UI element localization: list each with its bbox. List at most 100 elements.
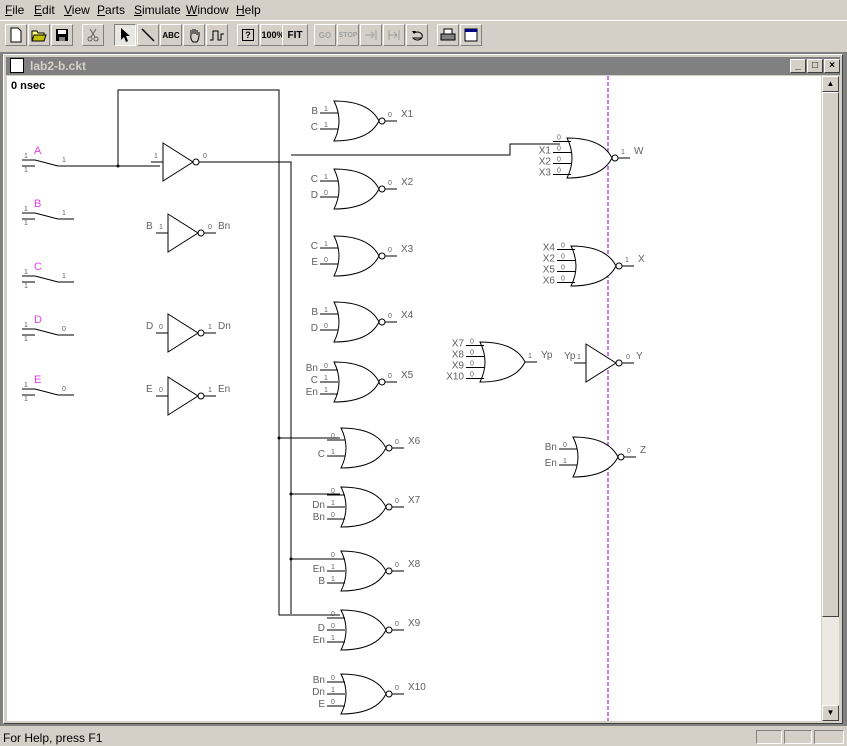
menu-window[interactable]: Window [186,3,229,17]
gate-in-label: X3 [539,168,552,179]
close-button[interactable]: × [824,59,840,73]
inverter-in-bit: 0 [159,387,163,394]
menu-view[interactable]: View [64,3,90,17]
gate-x6[interactable]: 0 X6 0 1C [318,427,421,469]
step-button[interactable] [360,24,382,46]
gate-out-bit: 0 [388,247,392,254]
gate-in-bit: 0 [331,611,335,618]
gate-in-bit: 0 [331,488,335,495]
gate-in-label: E [318,699,325,710]
gate-in-label: C [311,375,318,386]
menu-file[interactable]: File [5,3,24,17]
toolbar: ABC ? 100% FIT GO STOP [0,20,847,49]
window-icon [464,28,478,42]
new-file-button[interactable] [5,24,27,46]
gate-in-label: C [311,122,318,133]
waveform-button[interactable] [206,24,228,46]
fit-label: FIT [287,29,303,41]
inverter-in-bit: 0 [159,324,163,331]
gate-in-label: En [306,387,318,398]
scroll-up-button[interactable]: ▲ [822,76,839,92]
menu-simulate[interactable]: Simulate [134,3,181,17]
gate-x5[interactable]: 0 X5 0 Bn 1C1 En [306,361,414,403]
step-end-button[interactable] [383,24,405,46]
gate-x1[interactable]: 0 X11B1C [311,100,414,142]
circuit-canvas[interactable]: 0 nsec 111A111B111C110D110E 1 0 1 0 B Bn 0 1 D Dn… [7,76,821,721]
gate-x2[interactable]: 0 X21C0D [311,168,414,210]
gate-x8[interactable]: 0 X8 0 1 En 1B [313,550,421,592]
inverter-gate[interactable]: 0 1 E En [146,376,230,416]
gate-in-label: En [545,458,557,469]
gate-z[interactable]: 0 Z 0 Bn 1 En [545,436,646,478]
switch-a[interactable]: 111A [22,145,74,174]
stop-button[interactable]: STOP [337,24,359,46]
open-file-button[interactable] [28,24,50,46]
gate-out-bit: 0 [388,180,392,187]
reset-button[interactable] [406,24,428,46]
help-button[interactable]: ? [237,24,259,46]
fit-button[interactable]: FIT [282,24,308,46]
gate-x4[interactable]: 0 X41B0D [311,301,414,343]
inverter-out-label: Bn [218,221,230,232]
wire-tool-button[interactable] [137,24,159,46]
inverter-gate[interactable]: 1 0 B Bn [146,213,230,253]
save-button[interactable] [51,24,73,46]
minimize-button[interactable]: _ [790,59,806,73]
maximize-button[interactable]: □ [807,59,823,73]
gate-in-bit: 0 [563,442,567,449]
scroll-down-button[interactable]: ▼ [822,705,839,721]
inverter-out-bit: 0 [203,153,207,160]
gate-x7[interactable]: 0 X7 0 1 Dn 0 Bn [312,486,421,528]
select-tool-button[interactable] [114,24,136,46]
gate-in-bit: 0 [470,372,474,379]
switch-e[interactable]: 1 1 0 E [22,374,74,403]
switch-d[interactable]: 1 1 0 D [22,314,74,343]
inverter-in-bit: 1 [159,224,163,231]
gate-in-bit: 1 [331,449,335,456]
menu-edit[interactable]: Edit [34,3,55,17]
gate-in-bit: 0 [561,243,565,250]
gate-out-label: X9 [408,618,421,629]
switch-state-bit: 1 [24,322,28,329]
inverter-gate[interactable]: 10 [151,142,211,182]
gate-x3[interactable]: 0 X31C0E [311,235,414,277]
vertical-scrollbar[interactable]: ▲ ▼ [822,76,839,721]
inverter-out-bit: 0 [626,354,630,361]
gate-w[interactable]: 1 W 0 0 X1 0 X2 0 X3 [539,135,644,179]
gate-x9[interactable]: 0 X900D1En [313,609,421,651]
gate-in-label: X2 [543,254,556,265]
inverter-in-label: B [146,221,153,232]
window-title: lab2-b.ckt [30,59,87,73]
gate-in-bit: 0 [324,190,328,197]
cut-button[interactable] [82,24,104,46]
gate-in-bit: 0 [470,339,474,346]
gate-x[interactable]: 1 X 0 X4 0 X2 0 X5 0 X6 [543,243,645,287]
inverter-gate[interactable]: 0 1 D Dn [146,313,231,353]
menu-parts[interactable]: Parts [97,3,125,17]
inverter-gate[interactable]: 1 0 Yp Y [564,343,643,383]
gate-x10[interactable]: 0 X100Bn1Dn0E [312,673,426,715]
menu-help[interactable]: Help [236,3,261,17]
hand-icon [190,29,200,43]
gate-yp[interactable]: 1 Yp 0 X7 0 X8 0 X9 0 X10 [446,339,553,383]
gate-out-label: X2 [401,177,414,188]
gate-out-bit: 0 [395,498,399,505]
gate-in-bit: 1 [324,241,328,248]
gate-in-label: B [311,106,318,117]
print-button[interactable] [437,24,459,46]
scroll-thumb[interactable] [822,92,839,617]
gate-in-bit: 1 [324,122,328,129]
window-titlebar[interactable]: lab2-b.ckt _ □ × [6,57,840,75]
switch-out-bit: 0 [62,386,66,393]
text-tool-button[interactable]: ABC [160,24,182,46]
switch-c[interactable]: 111C [22,261,74,290]
window-button[interactable] [460,24,482,46]
gate-in-bit: 0 [557,135,561,142]
gate-out-bit: 1 [625,257,629,264]
gate-in-bit: 1 [324,375,328,382]
switch-label: C [34,261,42,273]
switch-b[interactable]: 111B [22,198,74,227]
go-button[interactable]: GO [314,24,336,46]
junction-dot [277,436,281,440]
hand-tool-button[interactable] [183,24,205,46]
